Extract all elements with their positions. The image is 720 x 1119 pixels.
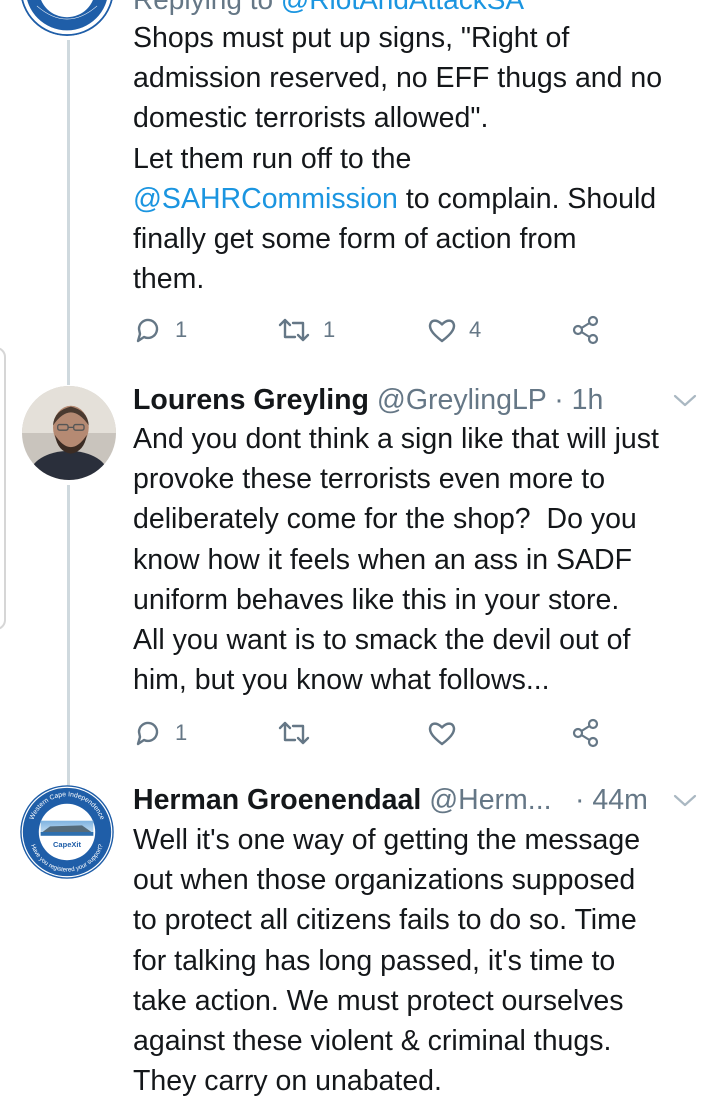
reply-prefix: Replying to bbox=[133, 0, 281, 15]
reply-button[interactable]: 1 bbox=[133, 310, 187, 350]
reply-handle-link[interactable]: @RiotAndAttackSA bbox=[281, 0, 524, 15]
like-button[interactable] bbox=[427, 713, 469, 753]
share-button[interactable] bbox=[571, 310, 601, 350]
like-button[interactable]: 4 bbox=[427, 310, 481, 350]
user-handle[interactable]: @Herm... bbox=[429, 784, 551, 816]
user-photo-avatar bbox=[22, 386, 116, 480]
cape-independence-logo-icon: CapeXit bbox=[21, 0, 113, 36]
like-count: 4 bbox=[469, 317, 482, 342]
tweet-body: Well it's one way of getting the message… bbox=[133, 824, 641, 1098]
thread-line bbox=[67, 485, 70, 787]
retweet-icon bbox=[278, 318, 310, 342]
tweet-actions: 1 1 4 bbox=[133, 310, 613, 350]
tweet-body: Shops must put up signs, "Right of admis… bbox=[133, 18, 708, 299]
reply-icon bbox=[136, 721, 159, 746]
retweet-icon bbox=[278, 721, 310, 745]
avatar[interactable]: Western Cape Independence Have you regis… bbox=[20, 785, 114, 879]
mention-link[interactable]: @SAHRCommission bbox=[133, 183, 398, 215]
reply-count: 1 bbox=[175, 317, 188, 342]
share-button[interactable] bbox=[571, 713, 601, 753]
avatar-capexit-logo-icon[interactable]: CapeXit bbox=[20, 0, 114, 36]
tweet-timestamp[interactable]: 44m bbox=[592, 784, 647, 816]
retweet-button[interactable]: 1 bbox=[277, 310, 335, 350]
tweet-body: And you dont think a sign like that will… bbox=[133, 423, 659, 697]
heart-icon bbox=[428, 722, 456, 746]
tweet-actions: 1 bbox=[133, 713, 613, 753]
tweet-header: Lourens Greyling @GreylingLP · 1h bbox=[133, 380, 693, 420]
user-handle[interactable]: @GreylingLP bbox=[377, 384, 546, 416]
logo-brand-text: CapeXit bbox=[53, 840, 81, 849]
share-icon bbox=[572, 315, 599, 345]
separator-dot: · bbox=[575, 784, 593, 816]
display-name[interactable]: Lourens Greyling bbox=[133, 384, 369, 416]
reply-count: 1 bbox=[175, 720, 188, 745]
tweet-header: Herman Groenendaal @Herm... · 44m bbox=[133, 780, 693, 820]
cape-independence-logo-icon: Western Cape Independence Have you regis… bbox=[20, 785, 114, 879]
separator-dot: · bbox=[546, 384, 572, 416]
thread-line bbox=[67, 40, 70, 385]
heart-icon bbox=[428, 319, 456, 343]
tweet-timestamp[interactable]: 1h bbox=[572, 384, 604, 416]
share-icon bbox=[572, 718, 599, 748]
tweet-timestamp-group: · 44m bbox=[575, 780, 648, 820]
chevron-down-icon[interactable] bbox=[672, 791, 698, 811]
replying-to-line: Replying to @RiotAndAttackSA bbox=[133, 0, 524, 16]
reply-icon bbox=[136, 318, 159, 343]
retweet-count: 1 bbox=[323, 317, 336, 342]
chevron-down-icon[interactable] bbox=[672, 391, 698, 411]
reply-button[interactable]: 1 bbox=[133, 713, 187, 753]
retweet-button[interactable] bbox=[277, 713, 323, 753]
tweet-text-part: Shops must put up signs, "Right of admis… bbox=[133, 22, 663, 175]
side-scroll-handle[interactable] bbox=[0, 347, 6, 630]
display-name[interactable]: Herman Groenendaal bbox=[133, 784, 421, 816]
avatar[interactable] bbox=[22, 386, 116, 480]
